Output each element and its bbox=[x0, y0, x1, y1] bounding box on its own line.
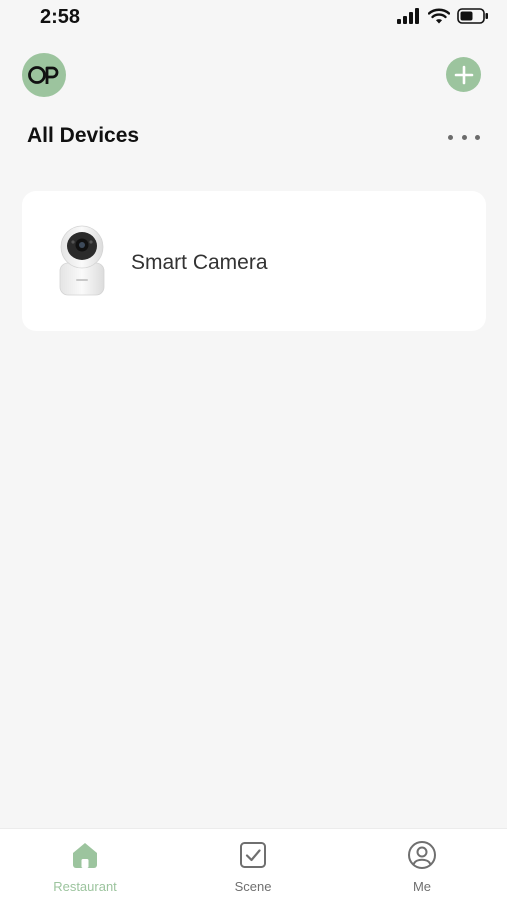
more-dot bbox=[475, 134, 480, 140]
tab-bar: Restaurant Scene Me bbox=[0, 828, 507, 900]
signal-icon bbox=[397, 8, 419, 24]
tab-scene[interactable]: Scene bbox=[193, 829, 313, 900]
add-device-button[interactable] bbox=[446, 57, 481, 92]
more-dot bbox=[461, 134, 467, 140]
op-logo-icon bbox=[28, 66, 59, 84]
status-bar: 2:58 bbox=[0, 0, 507, 36]
avatar[interactable] bbox=[22, 53, 66, 97]
camera-device-image bbox=[59, 225, 105, 296]
wifi-icon bbox=[428, 8, 450, 24]
status-time: 2:58 bbox=[40, 6, 81, 28]
tab-restaurant-label: Restaurant bbox=[53, 879, 117, 894]
more-options-button[interactable] bbox=[448, 128, 480, 146]
tab-scene-label: Scene bbox=[234, 879, 272, 894]
device-card[interactable]: Smart Camera bbox=[22, 191, 486, 331]
tab-me-label: Me bbox=[412, 879, 432, 894]
more-dot bbox=[448, 134, 453, 140]
scene-checkbox-icon bbox=[240, 842, 266, 868]
app-screen: 2:58 All Devices Smart Camera Restaurant… bbox=[0, 0, 507, 900]
battery-icon bbox=[457, 8, 488, 24]
status-icons bbox=[397, 8, 489, 24]
plus-icon bbox=[454, 65, 473, 84]
tab-restaurant[interactable]: Restaurant bbox=[25, 829, 145, 900]
device-name: Smart Camera bbox=[131, 251, 268, 274]
home-icon bbox=[73, 843, 97, 868]
page-title: All Devices bbox=[27, 124, 140, 147]
profile-icon bbox=[408, 841, 436, 869]
tab-me[interactable]: Me bbox=[362, 829, 482, 900]
